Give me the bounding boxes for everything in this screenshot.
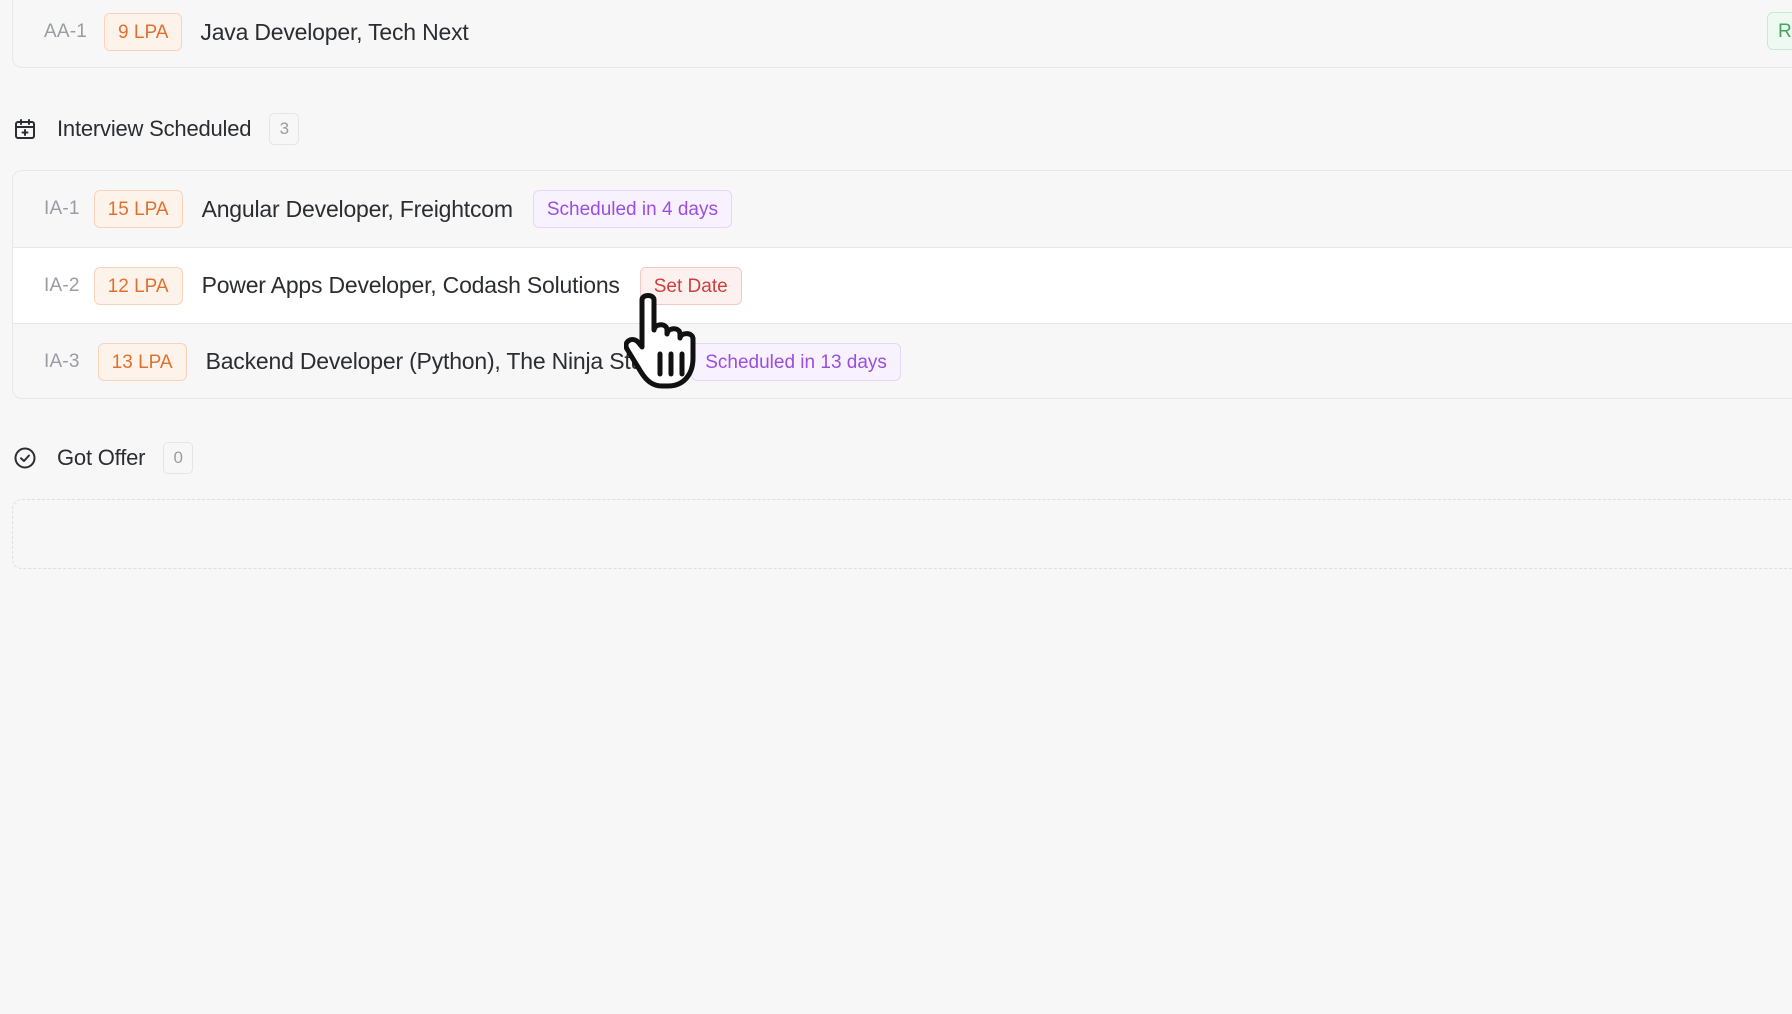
item-id: IA-1 xyxy=(44,198,80,219)
status-badge[interactable]: Rem xyxy=(1767,12,1792,50)
list-item[interactable]: IA-2 12 LPA Power Apps Developer, Codash… xyxy=(13,247,1792,323)
set-date-button[interactable]: Set Date xyxy=(639,266,742,305)
salary-badge: 9 LPA xyxy=(104,13,183,51)
interview-list: IA-1 15 LPA Angular Developer, Freightco… xyxy=(12,170,1792,399)
status-badge[interactable]: Scheduled in 13 days xyxy=(691,342,901,381)
item-id: IA-2 xyxy=(44,274,80,296)
salary-badge: 15 LPA xyxy=(93,190,183,228)
applied-list: AA-1 9 LPA Java Developer, Tech Next Rem xyxy=(12,0,1792,68)
list-item[interactable]: IA-3 13 LPA Backend Developer (Python), … xyxy=(13,323,1792,398)
list-item[interactable]: IA-1 15 LPA Angular Developer, Freightco… xyxy=(13,171,1792,247)
salary-badge: 12 LPA xyxy=(93,266,183,305)
count-badge: 0 xyxy=(163,442,194,474)
section-title: Interview Scheduled xyxy=(57,116,252,141)
status-badge[interactable]: Scheduled in 4 days xyxy=(532,190,732,228)
item-id: IA-3 xyxy=(44,350,80,372)
job-title: Power Apps Developer, Codash Solutions xyxy=(201,272,620,298)
list-item[interactable]: AA-1 9 LPA Java Developer, Tech Next Rem xyxy=(13,0,1792,67)
item-id: AA-1 xyxy=(44,21,88,42)
job-title: Java Developer, Tech Next xyxy=(200,18,469,45)
section-title: Got Offer xyxy=(57,445,146,470)
count-badge: 3 xyxy=(269,113,300,145)
calendar-icon xyxy=(12,116,38,142)
check-circle-icon xyxy=(12,445,38,471)
section-header-interview[interactable]: Interview Scheduled 3 xyxy=(12,109,300,149)
section-header-offer[interactable]: Got Offer 0 xyxy=(12,438,194,478)
salary-badge: 13 LPA xyxy=(97,342,187,381)
empty-drop-zone[interactable] xyxy=(12,499,1792,569)
job-title: Angular Developer, Freightcom xyxy=(201,195,513,222)
job-title: Backend Developer (Python), The Ninja St… xyxy=(205,348,674,374)
